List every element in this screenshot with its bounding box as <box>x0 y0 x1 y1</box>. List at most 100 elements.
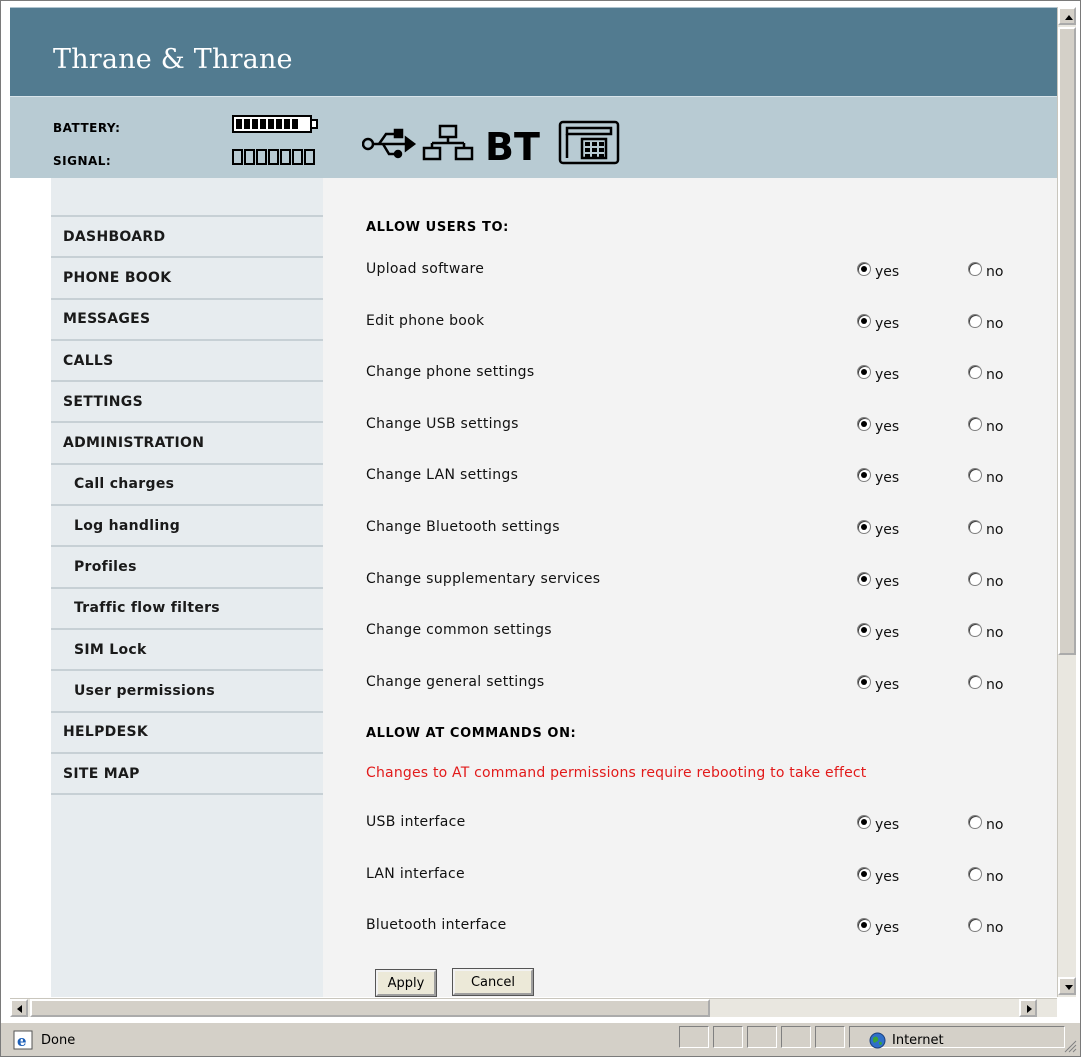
horizontal-scrollbar[interactable] <box>10 998 1057 1017</box>
radio-no-change-lan-settings[interactable] <box>968 468 982 483</box>
radio-yes-change-general-settings[interactable] <box>857 674 871 689</box>
nav-item-site-map[interactable]: SITE MAP <box>51 754 323 796</box>
radio-no-label[interactable]: no <box>986 869 1003 885</box>
radio-no-label[interactable]: no <box>986 264 1003 280</box>
radio-yes-usb-interface[interactable] <box>857 815 871 829</box>
at-section-title: ALLOW AT COMMANDS ON: <box>366 726 577 741</box>
radio-no-label[interactable]: no <box>986 574 1003 590</box>
users-section-title: ALLOW USERS TO: <box>366 220 509 235</box>
radio-no-label[interactable]: no <box>986 470 1003 486</box>
radio-no-change-usb-settings[interactable] <box>968 416 982 431</box>
security-zone-text: Internet <box>892 1033 944 1048</box>
radio-no-bluetooth-interface[interactable] <box>968 918 982 933</box>
radio-yes-change-common-settings[interactable] <box>857 623 871 638</box>
nav-item-calls[interactable]: CALLS <box>51 341 323 383</box>
radio-no-label[interactable]: no <box>986 677 1003 693</box>
radio-yes-lan-interface[interactable] <box>857 866 871 881</box>
nav-item-administration[interactable]: ADMINISTRATION <box>51 423 323 465</box>
arrow-left-icon <box>17 1005 22 1013</box>
radio-no-lan-interface[interactable] <box>968 866 982 881</box>
vertical-scrollbar[interactable] <box>1057 7 1076 997</box>
resize-grip-icon[interactable] <box>1063 1039 1077 1053</box>
radio-yes-label[interactable]: yes <box>875 419 899 435</box>
usb-icon <box>362 128 417 159</box>
nav-item-phone-book[interactable]: PHONE BOOK <box>51 258 323 300</box>
status-panel <box>679 1026 709 1048</box>
radio-yes-label[interactable]: yes <box>875 677 899 693</box>
radio-yes-label[interactable]: yes <box>875 869 899 885</box>
scroll-left-button[interactable] <box>10 999 28 1017</box>
nav-item-messages[interactable]: MESSAGES <box>51 300 323 341</box>
permission-label-change-supplementary-services: Change supplementary services <box>366 570 601 587</box>
permission-label-change-lan-settings: Change LAN settings <box>366 467 519 484</box>
nav-item-traffic-flow-filters[interactable]: Traffic flow filters <box>51 589 323 630</box>
radio-yes-label[interactable]: yes <box>875 367 899 383</box>
battery-label: BATTERY: <box>53 121 121 135</box>
cancel-button[interactable]: Cancel <box>452 968 534 996</box>
radio-no-label[interactable]: no <box>986 419 1003 435</box>
radio-no-edit-phone-book[interactable] <box>968 313 982 328</box>
nav-item-user-permissions[interactable]: User permissions <box>51 671 323 713</box>
nav-item-profiles[interactable]: Profiles <box>51 547 323 589</box>
scroll-up-button[interactable] <box>1058 7 1076 25</box>
nav-spacer <box>51 178 323 217</box>
permission-label-change-general-settings: Change general settings <box>366 673 545 690</box>
left-navigation: DASHBOARD PHONE BOOK MESSAGES CALLS SETTINGS… <box>51 178 323 997</box>
radio-no-upload-software[interactable] <box>968 262 982 276</box>
radio-yes-change-phone-settings[interactable] <box>857 365 871 380</box>
status-panel <box>713 1026 743 1048</box>
arrow-up-icon <box>1065 15 1073 20</box>
apply-button[interactable]: Apply <box>375 969 437 997</box>
radio-no-label[interactable]: no <box>986 316 1003 332</box>
radio-no-label[interactable]: no <box>986 367 1003 383</box>
arrow-down-icon <box>1065 985 1073 990</box>
status-panel <box>747 1026 777 1048</box>
horizontal-scroll-thumb[interactable] <box>30 999 710 1017</box>
radio-no-usb-interface[interactable] <box>968 815 982 829</box>
radio-yes-change-lan-settings[interactable] <box>857 468 871 483</box>
radio-yes-label[interactable]: yes <box>875 574 899 590</box>
radio-no-label[interactable]: no <box>986 625 1003 641</box>
permission-label-usb-interface: USB interface <box>366 814 466 830</box>
radio-no-change-supplementary-services[interactable] <box>968 571 982 586</box>
radio-no-change-phone-settings[interactable] <box>968 365 982 380</box>
radio-yes-label[interactable]: yes <box>875 522 899 538</box>
vertical-scroll-thumb[interactable] <box>1058 27 1076 655</box>
signal-label: SIGNAL: <box>53 154 112 168</box>
radio-yes-bluetooth-interface[interactable] <box>857 918 871 933</box>
radio-yes-label[interactable]: yes <box>875 264 899 280</box>
nav-item-log-handling[interactable]: Log handling <box>51 506 323 548</box>
radio-no-label[interactable]: no <box>986 522 1003 538</box>
permission-label-lan-interface: LAN interface <box>366 865 465 882</box>
permission-label-change-bluetooth-settings: Change Bluetooth settings <box>366 519 560 535</box>
nav-item-sim-lock[interactable]: SIM Lock <box>51 630 323 672</box>
radio-yes-label[interactable]: yes <box>875 316 899 332</box>
svg-text:e: e <box>17 1032 27 1050</box>
permission-label-change-common-settings: Change common settings <box>366 622 552 639</box>
radio-no-label[interactable]: no <box>986 817 1003 833</box>
nav-list: DASHBOARD PHONE BOOK MESSAGES CALLS SETTINGS… <box>51 217 323 796</box>
radio-yes-upload-software[interactable] <box>857 262 871 276</box>
radio-yes-change-usb-settings[interactable] <box>857 416 871 431</box>
nav-item-dashboard[interactable]: DASHBOARD <box>51 217 323 259</box>
scroll-right-button[interactable] <box>1019 999 1037 1017</box>
brand-logo: Thrane & Thrane <box>53 44 293 75</box>
nav-item-helpdesk[interactable]: HELPDESK <box>51 713 323 754</box>
radio-yes-label[interactable]: yes <box>875 625 899 641</box>
radio-yes-label[interactable]: yes <box>875 920 899 936</box>
radio-yes-label[interactable]: yes <box>875 470 899 486</box>
radio-no-change-general-settings[interactable] <box>968 674 982 689</box>
radio-yes-edit-phone-book[interactable] <box>857 313 871 328</box>
device-status-bar: BATTERY: SIGNAL: BT <box>10 96 1058 178</box>
radio-no-change-common-settings[interactable] <box>968 623 982 638</box>
nav-item-settings[interactable]: SETTINGS <box>51 382 323 424</box>
radio-no-change-bluetooth-settings[interactable] <box>968 520 982 534</box>
radio-yes-change-supplementary-services[interactable] <box>857 571 871 586</box>
permission-label-bluetooth-interface: Bluetooth interface <box>366 917 507 934</box>
radio-no-label[interactable]: no <box>986 920 1003 936</box>
radio-yes-change-bluetooth-settings[interactable] <box>857 520 871 534</box>
nav-item-call-charges[interactable]: Call charges <box>51 465 323 507</box>
scroll-down-button[interactable] <box>1058 977 1076 995</box>
status-panel <box>815 1026 845 1048</box>
radio-yes-label[interactable]: yes <box>875 817 899 833</box>
